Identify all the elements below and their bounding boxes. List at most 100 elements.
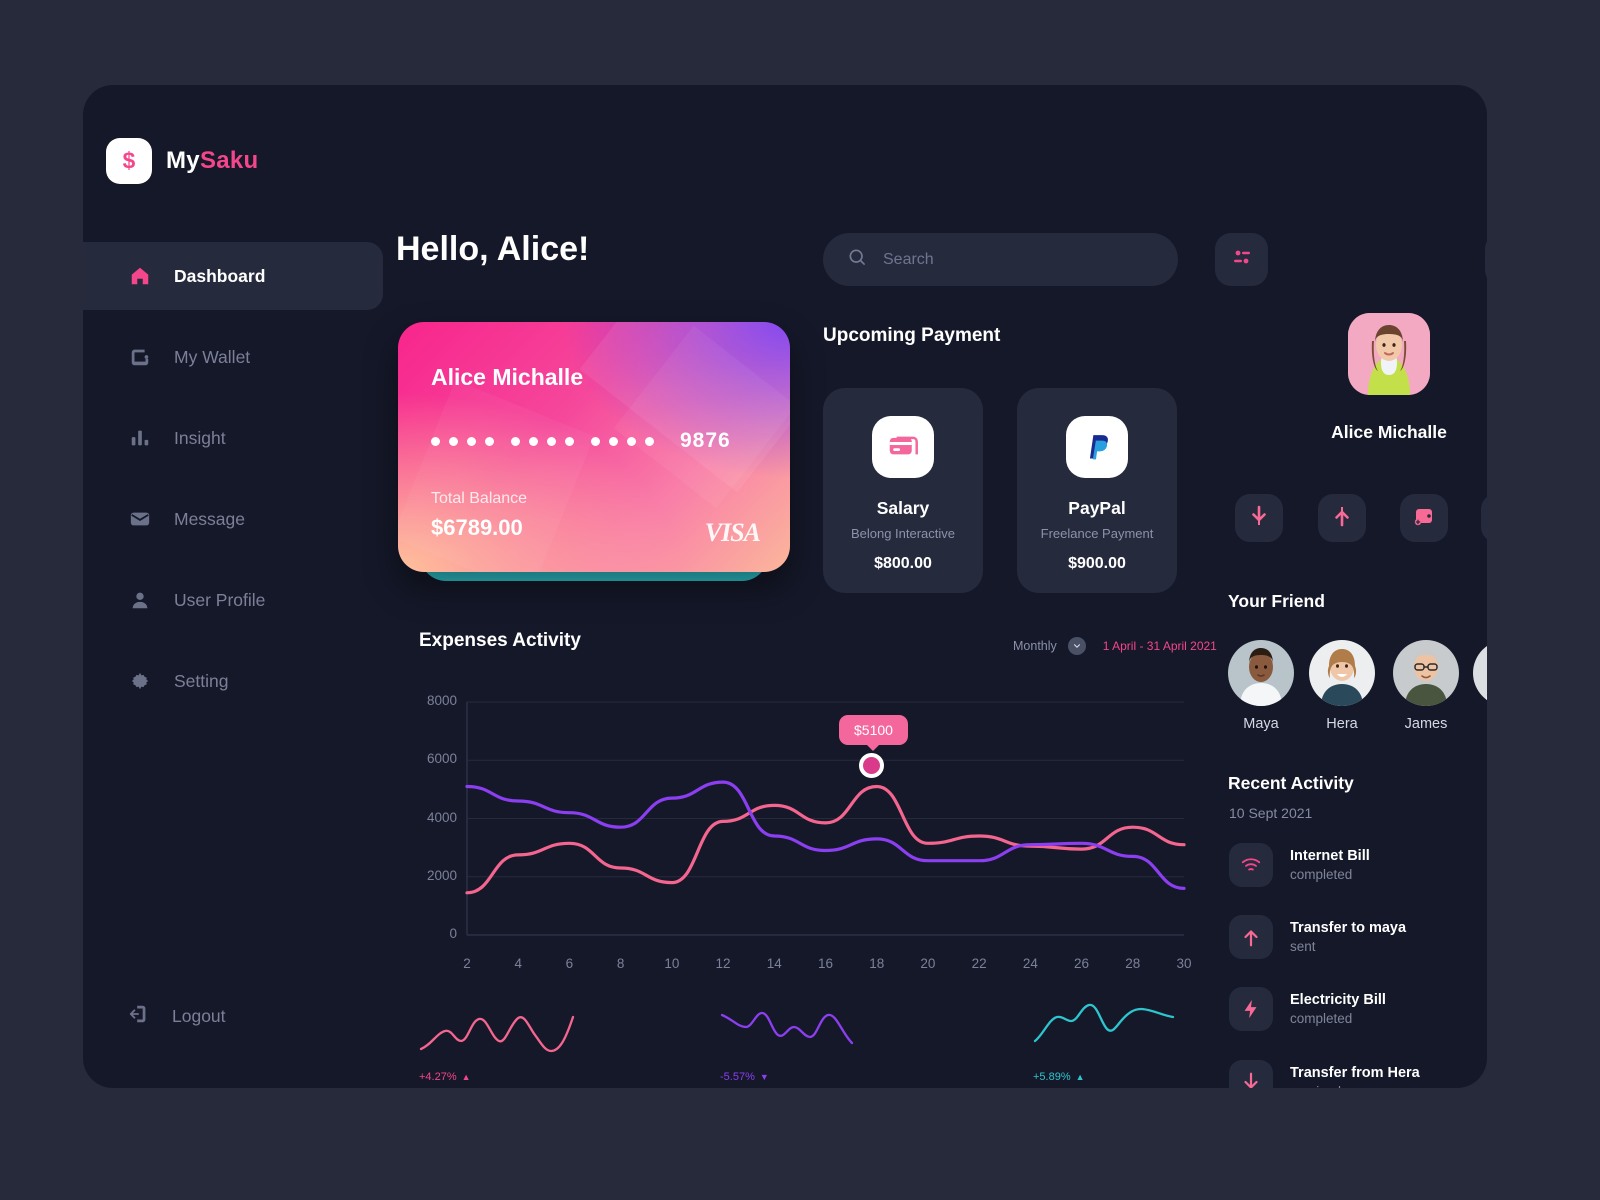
activity-status: received [1290,1084,1487,1088]
paypal-icon [1066,416,1128,478]
payment-name: Salary [876,498,930,518]
stat-change-value: +5.89% [1033,1071,1071,1083]
sidebar-item-label: Dashboard [174,265,266,286]
statement-button[interactable] [1481,494,1487,542]
credit-card[interactable]: Alice Michalle 9876 Total Balance $6789.… [398,322,790,590]
sidebar: $ MySaku Dashboard My Wallet Insight Mes… [83,85,383,1088]
activity-name: Internet Bill [1290,848,1370,864]
svg-text:$: $ [123,148,136,174]
x-axis-tick: 24 [1022,956,1038,971]
sidebar-item-my-wallet[interactable]: My Wallet [83,323,383,391]
visa-logo: VISA [704,518,761,547]
y-axis-tick: 2000 [426,867,457,883]
avatar[interactable] [1348,313,1430,395]
activity-text: Electricity Bill completed [1290,992,1487,1026]
wallet-add-icon [1412,504,1436,533]
dollar-icon: $ [106,138,152,184]
payment-card-paypal[interactable]: PayPal Freelance Payment $900.00 [1017,388,1177,593]
bolt-icon [1229,987,1273,1031]
activity-text: Transfer from Hera received [1290,1065,1487,1088]
stat-change: -5.57% ▼ [720,1071,970,1083]
friend-name: Hera [1326,716,1358,732]
payment-amount: $800.00 [874,555,932,572]
chart-tooltip: $5100 [839,715,908,745]
x-axis-tick: 26 [1074,956,1090,971]
sidebar-item-dashboard[interactable]: Dashboard [83,242,383,310]
chevron-down-icon[interactable] [1067,637,1086,655]
friend-item[interactable]: James [1393,640,1459,732]
expenses-chart[interactable]: 0 2000 4000 6000 8000 2 4 6 8 10 12 14 16 18 20 22 24 26… [419,690,1194,980]
sparkline [1033,1003,1175,1043]
person-icon [128,588,152,612]
activity-row[interactable]: Internet Bill completed $ 50 [1229,843,1487,887]
search-box[interactable] [823,233,1178,286]
sliders-icon [1230,245,1254,274]
stat-total-outcome[interactable]: -5.57%▼ $ 9783.00 Total Outcome [720,997,970,1088]
search-icon [847,247,867,272]
x-axis-tick: 12 [715,956,731,971]
card-number: 9876 [431,429,731,453]
friend-avatar [1228,640,1294,706]
search-input[interactable] [883,250,1154,269]
send-money-button[interactable] [1318,494,1366,542]
sidebar-item-message[interactable]: Message [83,485,383,553]
arrow-up-icon [1229,915,1273,959]
app-window: $ MySaku Dashboard My Wallet Insight Mes… [83,85,1487,1088]
x-axis-tick: 6 [565,956,574,971]
sidebar-item-label: Message [174,508,246,529]
wifi-icon [1229,843,1273,887]
friend-name: Nena [1473,716,1487,732]
friend-avatar [1473,640,1487,706]
payment-card-salary[interactable]: Salary Belong Interactive $800.00 [823,388,983,593]
activity-row[interactable]: Transfer from Hera received $ 200 [1229,1060,1487,1088]
sidebar-item-insight[interactable]: Insight [83,404,383,472]
profile-name: Alice Michalle [1331,422,1447,442]
x-axis-tick: 4 [514,956,522,971]
activity-status: completed [1290,1011,1353,1026]
notification-button[interactable] [1485,233,1487,286]
friend-avatar [1309,640,1375,706]
card-last4: 9876 [680,429,731,452]
sidebar-item-label: Setting [174,670,229,691]
sparkline [419,1015,575,1053]
logout-button[interactable]: Logout [83,1003,226,1030]
triangle-up-icon: ▲ [461,1072,471,1082]
chart-active-point[interactable] [859,753,884,778]
x-axis-tick: 10 [664,956,680,971]
x-axis-tick: 22 [971,956,987,971]
stat-total-income[interactable]: +4.27%▲ $ 16789.00 Total Income [419,997,669,1088]
activity-name: Transfer to maya [1290,920,1407,936]
expenses-controls: Monthly 1 April - 31 April 2021 [1013,637,1217,655]
friend-item[interactable]: Nena [1473,640,1487,732]
bars-icon [128,426,152,450]
payment-name: PayPal [1068,498,1126,518]
sidebar-nav: Dashboard My Wallet Insight Message User… [83,242,383,715]
activity-row[interactable]: Electricity Bill completed $ 75 [1229,987,1487,1031]
triangle-up-icon: ▲ [1075,1072,1085,1082]
home-icon [128,264,152,288]
logout-icon [128,1003,150,1030]
x-axis-tick: 30 [1176,956,1192,971]
x-axis-tick: 28 [1125,956,1141,971]
credit-card-icon [872,416,934,478]
receive-money-button[interactable] [1235,494,1283,542]
sidebar-item-label: Insight [174,427,226,448]
add-wallet-button[interactable] [1400,494,1448,542]
activity-row[interactable]: Transfer to maya sent $ 100 [1229,915,1487,959]
sidebar-item-setting[interactable]: Setting [83,647,383,715]
friend-avatar [1393,640,1459,706]
friend-item[interactable]: Maya [1228,640,1294,732]
friend-item[interactable]: Hera [1309,640,1375,732]
expenses-title: Expenses Activity [419,630,581,651]
filter-button[interactable] [1215,233,1268,286]
activity-name: Electricity Bill [1290,992,1386,1008]
stat-change-value: +4.27% [419,1071,457,1083]
sidebar-item-user-profile[interactable]: User Profile [83,566,383,634]
card-balance-value: $6789.00 [431,515,523,540]
payment-amount: $900.00 [1068,555,1126,572]
y-axis-tick: 4000 [426,809,457,825]
card-front: Alice Michalle 9876 Total Balance $6789.… [398,322,790,572]
recent-activity-header: Recent Activity ••• [1228,773,1487,794]
sidebar-item-label: My Wallet [174,346,251,367]
chart-canvas [465,701,1186,936]
